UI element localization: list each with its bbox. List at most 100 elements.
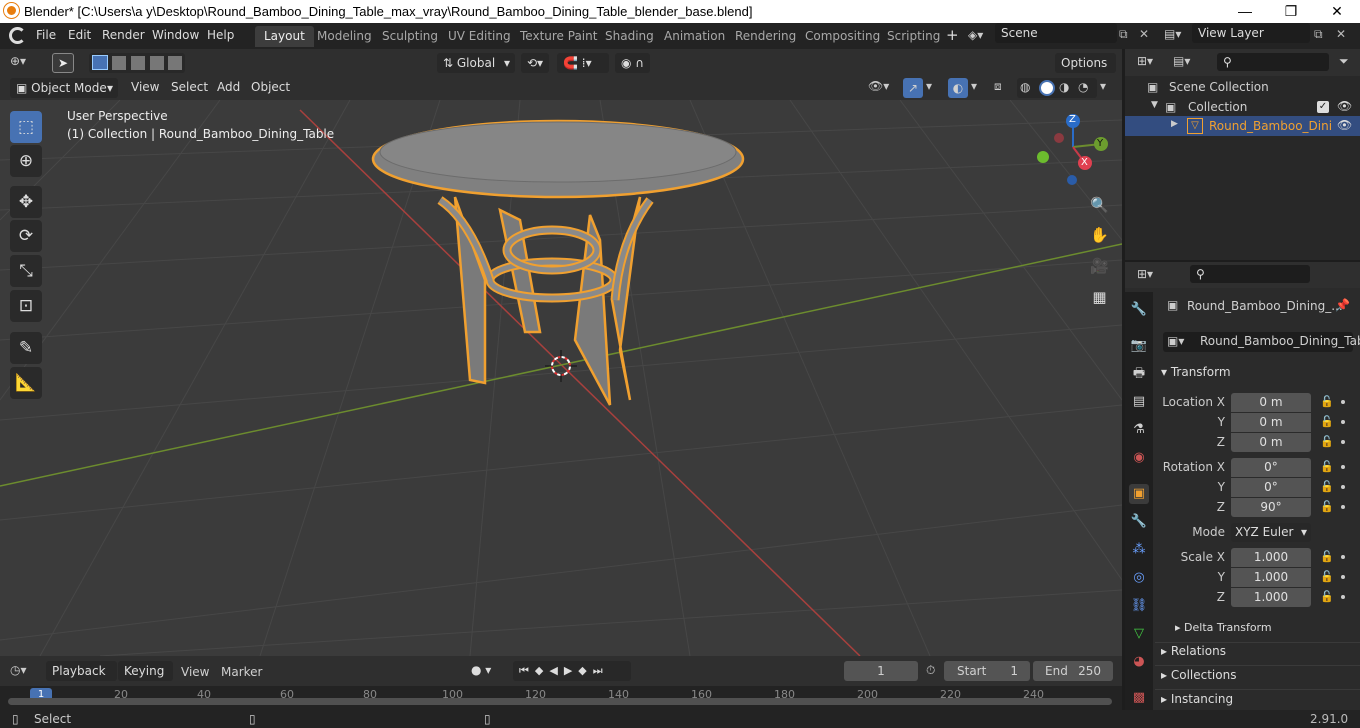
constraints-tab-icon[interactable]: ⛓ [1129, 596, 1149, 616]
scale-x-field[interactable]: 1.000 [1231, 548, 1311, 567]
current-frame-field[interactable]: 1 [844, 661, 918, 681]
rotate-tool[interactable]: ⟳ [10, 220, 42, 252]
select-intersect-icon[interactable] [168, 56, 182, 70]
scene-icon[interactable]: ◈▾ [968, 28, 983, 42]
material-tab-icon[interactable]: ◕ [1129, 652, 1149, 672]
transform-panel-header[interactable]: ▾ Transform [1161, 365, 1231, 379]
frame-ruler[interactable]: 1 20 40 60 80 100 120 140 160 180 200 22… [0, 686, 1122, 710]
delete-scene-icon[interactable]: ✕ [1139, 27, 1149, 41]
modifier-tab-icon[interactable]: 🔧 [1129, 512, 1149, 532]
minimize-button[interactable]: — [1222, 0, 1268, 23]
delta-transform-subpanel[interactable]: ▸ Delta Transform [1175, 621, 1272, 634]
timeline-view-menu[interactable]: View [181, 665, 209, 679]
keyframe-dot[interactable] [1341, 485, 1345, 489]
tab-compositing[interactable]: Compositing [796, 26, 889, 47]
end-frame-field[interactable]: End 250 [1033, 661, 1113, 681]
display-mode-icon[interactable]: ▤▾ [1173, 54, 1190, 68]
keyframe-dot[interactable] [1341, 420, 1345, 424]
select-invert-icon[interactable] [150, 56, 164, 70]
eye-icon[interactable]: 👁 [1337, 99, 1352, 113]
lock-icon[interactable]: 🔓 [1320, 435, 1334, 448]
delete-view-layer-icon[interactable]: ✕ [1336, 27, 1346, 41]
menu-add[interactable]: Add [217, 80, 240, 94]
new-view-layer-icon[interactable]: ⧉ [1314, 27, 1323, 42]
close-window-button[interactable]: ✕ [1314, 0, 1360, 23]
object-tab-icon[interactable]: ▣ [1129, 484, 1149, 504]
pivot-point-dropdown[interactable]: ⟲▾ [521, 53, 550, 73]
mode-dropdown[interactable]: ▣ Object Mode ▾ [10, 78, 118, 98]
snap-toggle[interactable]: 🧲 ⁞▾ [557, 53, 609, 73]
view-layer-field[interactable]: View Layer [1192, 23, 1310, 43]
view-layer-icon[interactable]: ▤▾ [1164, 27, 1181, 41]
timeline-editor-icon[interactable]: ◷▾ [10, 663, 27, 677]
playback-dropdown[interactable]: Playback ▾ [46, 661, 117, 698]
select-subtract-icon[interactable] [131, 56, 145, 70]
3d-viewport[interactable]: Z Y X User Perspective (1) Collection | … [0, 100, 1122, 656]
annotate-tool[interactable]: ✎ [10, 332, 42, 364]
tab-rendering[interactable]: Rendering [726, 26, 805, 47]
keyframe-dot[interactable] [1341, 440, 1345, 444]
tab-sculpting[interactable]: Sculpting [373, 26, 447, 47]
rotation-z-field[interactable]: 90° [1231, 498, 1311, 517]
relations-panel-header[interactable]: ▸ Relations [1161, 644, 1226, 658]
tab-layout[interactable]: Layout [255, 26, 314, 47]
lock-icon[interactable]: 🔓 [1320, 395, 1334, 408]
instancing-panel-header[interactable]: ▸ Instancing [1161, 692, 1233, 706]
keyframe-dot[interactable] [1341, 505, 1345, 509]
active-tool-icon[interactable]: ➤ [52, 53, 74, 73]
location-x-field[interactable]: 0 m [1231, 393, 1311, 412]
select-extend-icon[interactable] [112, 56, 126, 70]
location-y-field[interactable]: 0 m [1231, 413, 1311, 432]
tab-uv-editing[interactable]: UV Editing [439, 26, 520, 47]
cursor-tool[interactable]: ⊕ [10, 145, 42, 177]
object-name-field[interactable]: ▣▾ Round_Bamboo_Dining_Table [1163, 332, 1360, 352]
material-shading-icon[interactable]: ◑ [1059, 80, 1069, 94]
transform-tool[interactable]: ⊡ [10, 290, 42, 322]
scale-y-field[interactable]: 1.000 [1231, 568, 1311, 587]
shading-dropdown-icon[interactable]: ▾ [1100, 79, 1106, 93]
scale-tool[interactable]: ⤡ [10, 255, 42, 287]
menu-file[interactable]: File [36, 28, 56, 42]
lock-icon[interactable]: 🔓 [1320, 550, 1334, 563]
wireframe-shading-icon[interactable]: ◍ [1020, 80, 1030, 94]
keyframe-dot[interactable] [1341, 465, 1345, 469]
keyframe-dot[interactable] [1341, 575, 1345, 579]
keyframe-dot[interactable] [1341, 555, 1345, 559]
menu-window[interactable]: Window [152, 28, 199, 42]
auto-keying-icon[interactable]: ● ▾ [471, 663, 491, 677]
lock-icon[interactable]: 🔓 [1320, 460, 1334, 473]
gizmo-toggle-icon[interactable]: ↗ [903, 78, 923, 98]
perspective-grid-icon[interactable]: ▦ [1087, 285, 1112, 310]
physics-tab-icon[interactable]: ◎ [1129, 568, 1149, 588]
collections-panel-header[interactable]: ▸ Collections [1161, 668, 1236, 682]
render-tab-icon[interactable]: 📷 [1129, 336, 1149, 356]
rendered-shading-icon[interactable]: ◔ [1078, 80, 1088, 94]
maximize-button[interactable]: ❐ [1268, 0, 1314, 23]
view-layer-tab-icon[interactable]: ▤ [1129, 392, 1149, 412]
start-frame-field[interactable]: Start 1 [944, 661, 1030, 681]
world-tab-icon[interactable]: ◉ [1129, 448, 1149, 468]
tab-texture-paint[interactable]: Texture Paint [511, 26, 606, 47]
solid-shading-icon[interactable] [1039, 80, 1055, 96]
new-scene-icon[interactable]: ⧉ [1119, 27, 1128, 42]
lock-icon[interactable]: 🔓 [1320, 415, 1334, 428]
menu-help[interactable]: Help [207, 28, 234, 42]
lock-icon[interactable]: 🔓 [1320, 500, 1334, 513]
outliner-row-scene-collection[interactable]: ▣ Scene Collection [1125, 77, 1360, 97]
texture-tab-icon[interactable]: ▩ [1129, 688, 1149, 708]
playback-controls[interactable]: ⏮◆◀▶◆⏭ [513, 661, 631, 681]
properties-search-input[interactable]: ⚲ [1190, 265, 1310, 283]
proportional-edit-toggle[interactable]: ◉ ∩ [615, 53, 651, 73]
tab-animation[interactable]: Animation [655, 26, 734, 47]
menu-render[interactable]: Render [102, 28, 145, 42]
move-tool[interactable]: ✥ [10, 186, 42, 218]
lock-icon[interactable]: 🔓 [1320, 590, 1334, 603]
zoom-icon[interactable]: 🔍 [1087, 193, 1112, 218]
properties-editor-icon[interactable]: ⊞▾ [1137, 267, 1153, 281]
lock-icon[interactable]: 🔓 [1320, 570, 1334, 583]
transform-orientation-dropdown[interactable]: ⇅ Global ▾ [437, 53, 515, 73]
scene-name-field[interactable]: Scene [995, 23, 1117, 43]
select-box-tool[interactable]: ⬚ [10, 111, 42, 143]
tool-tab-icon[interactable]: 🔧 [1129, 300, 1149, 320]
overlays-dropdown-icon[interactable]: ▾ [971, 79, 977, 93]
